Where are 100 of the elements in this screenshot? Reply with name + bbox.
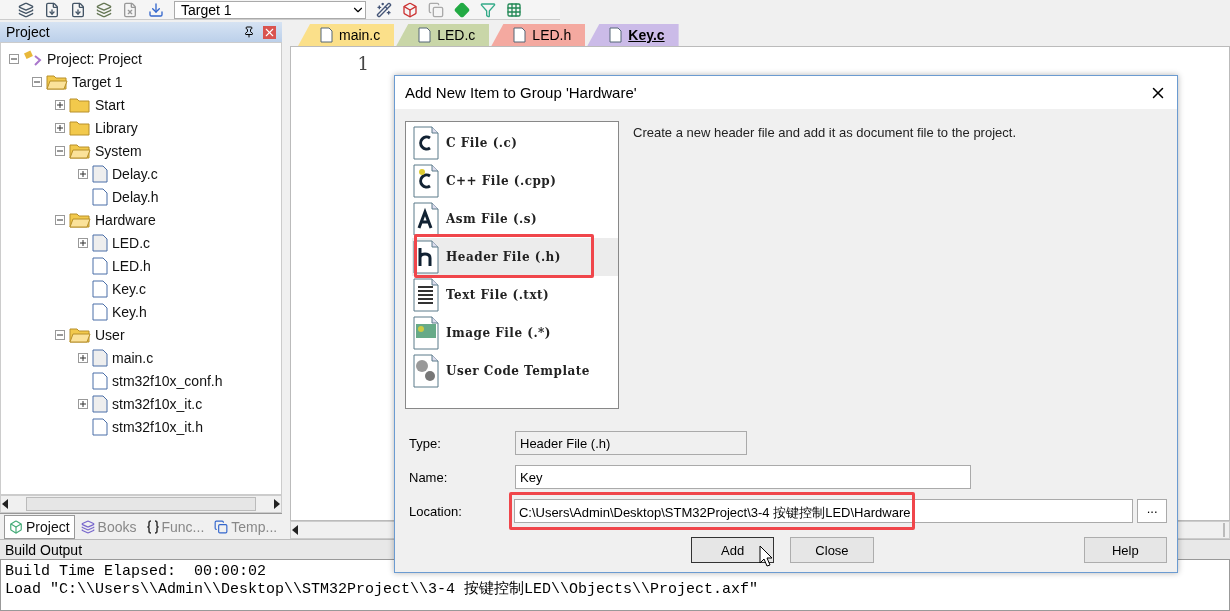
- wand-icon[interactable]: [376, 1, 392, 18]
- image-file-icon: [412, 316, 440, 350]
- books-icon: [80, 519, 95, 534]
- diamond-icon[interactable]: [454, 1, 470, 18]
- box-icon[interactable]: [402, 1, 418, 18]
- collapse-toggle[interactable]: [55, 214, 65, 225]
- tree-item[interactable]: Key.h: [112, 303, 147, 320]
- file-icon: [92, 394, 108, 413]
- collapse-toggle[interactable]: [55, 329, 65, 340]
- description-text: Create a new header file and add it as document file to the project.: [633, 124, 1016, 142]
- output-line: Build Time Elapsed: 00:00:02: [5, 563, 268, 581]
- tree-item[interactable]: stm32f10x_it.h: [112, 418, 204, 435]
- tree-item[interactable]: Project: Project: [47, 50, 142, 67]
- type-field[interactable]: Header File (.h): [515, 431, 747, 455]
- tree-item[interactable]: Delay.h: [112, 188, 159, 205]
- tree-item[interactable]: LED.c: [112, 234, 151, 251]
- file-type-item[interactable]: Image File (.*): [412, 314, 618, 352]
- template-icon: [214, 519, 229, 534]
- mouse-cursor-icon: [759, 545, 773, 567]
- horizontal-scrollbar[interactable]: [0, 495, 282, 513]
- file-type-item[interactable]: User Code Template: [412, 352, 618, 390]
- name-field[interactable]: Key: [515, 465, 971, 489]
- gear-document-icon: [412, 354, 440, 388]
- collapse-toggle[interactable]: [9, 53, 19, 64]
- file-icon: [320, 27, 333, 43]
- open-folder-icon: [46, 73, 68, 90]
- layers-icon[interactable]: [96, 1, 112, 18]
- pin-icon[interactable]: [243, 25, 255, 38]
- scroll-left-icon[interactable]: [291, 525, 299, 535]
- target-select[interactable]: Target 1: [174, 0, 366, 19]
- project-tab-icon: [9, 519, 23, 534]
- file-icon: [92, 417, 108, 436]
- close-button[interactable]: Close: [790, 537, 874, 563]
- file-icon: [92, 279, 108, 298]
- file-type-item[interactable]: Text File (.txt): [412, 276, 618, 314]
- open-folder-icon: [69, 142, 91, 159]
- file-icon: [418, 27, 432, 43]
- scroll-left-icon[interactable]: [1, 499, 9, 509]
- file-icon: [92, 348, 108, 367]
- location-field[interactable]: C:\Users\Admin\Desktop\STM32Project\3-4 按键控制LED\Hardware: [513, 499, 1134, 523]
- layers-icon[interactable]: [18, 1, 34, 18]
- expand-toggle[interactable]: [55, 99, 65, 110]
- document-icon: [412, 278, 440, 312]
- tree-item[interactable]: Library: [95, 119, 138, 136]
- tree-item[interactable]: Delay.c: [112, 165, 158, 182]
- tree-item[interactable]: System: [95, 142, 142, 159]
- panel-title: Project: [6, 24, 50, 40]
- collapse-toggle[interactable]: [32, 76, 42, 87]
- file-icon: [92, 187, 108, 206]
- field-label: Location:: [408, 503, 463, 519]
- panel-tab[interactable]: Project: [4, 514, 75, 539]
- tree-item[interactable]: stm32f10x_conf.h: [112, 372, 223, 389]
- file-icon: [92, 256, 108, 275]
- tree-item[interactable]: Key.c: [112, 280, 146, 297]
- tree-item[interactable]: Hardware: [95, 211, 156, 228]
- tree-item[interactable]: main.c: [112, 349, 154, 366]
- tree-item[interactable]: Target 1: [72, 73, 123, 90]
- project-icon: [23, 49, 43, 68]
- document-icon: [412, 202, 440, 236]
- expand-toggle[interactable]: [55, 122, 65, 133]
- open-folder-icon: [69, 326, 91, 343]
- scroll-right-icon[interactable]: [273, 499, 281, 509]
- file-type-item[interactable]: Asm File (.s): [412, 200, 618, 238]
- add-button[interactable]: Add: [691, 537, 775, 563]
- file-download-icon[interactable]: [44, 1, 60, 18]
- expand-toggle[interactable]: [78, 237, 88, 248]
- expand-toggle[interactable]: [78, 352, 88, 363]
- tree-item[interactable]: User: [95, 326, 125, 343]
- tree-item[interactable]: stm32f10x_it.c: [112, 395, 203, 412]
- document-icon: [412, 126, 440, 160]
- download-icon[interactable]: [148, 1, 164, 18]
- expand-toggle[interactable]: [78, 398, 88, 409]
- file-tab[interactable]: main.c: [298, 24, 395, 46]
- folder-icon: [69, 96, 91, 113]
- tree-item[interactable]: LED.h: [112, 257, 151, 274]
- file-icon: [513, 27, 527, 43]
- help-button[interactable]: Help: [1083, 537, 1167, 563]
- file-type-item[interactable]: C++ File (.cpp): [412, 162, 618, 200]
- filter-icon[interactable]: [480, 1, 496, 18]
- file-tab[interactable]: LED.h: [491, 24, 586, 46]
- file-tab[interactable]: LED.c: [396, 24, 490, 46]
- file-icon: [92, 164, 108, 183]
- file-icon: [92, 233, 108, 252]
- file-download-icon[interactable]: [70, 1, 86, 18]
- dialog-title: Add New Item to Group 'Hardware': [405, 84, 637, 101]
- file-type-item[interactable]: C File (.c): [412, 124, 618, 162]
- line-number: 1: [356, 53, 369, 74]
- tree-item[interactable]: Start: [95, 96, 125, 113]
- browse-button[interactable]: ...: [1137, 499, 1167, 523]
- field-label: Type:: [408, 435, 442, 451]
- file-tab[interactable]: Key.c: [587, 24, 679, 46]
- output-line: Load "C:\\Users\\Admin\\Desktop\\STM32Project\\3-4 按键控制LED\\Objects\\Project.axf": [5, 581, 760, 599]
- braces-icon: [146, 519, 159, 534]
- file-icon: [92, 302, 108, 321]
- collapse-toggle[interactable]: [55, 145, 65, 156]
- grid-icon[interactable]: [506, 1, 522, 18]
- file-icon: [92, 371, 108, 390]
- expand-toggle[interactable]: [78, 168, 88, 179]
- file-x-icon[interactable]: [122, 1, 138, 18]
- field-label: Name:: [408, 469, 449, 485]
